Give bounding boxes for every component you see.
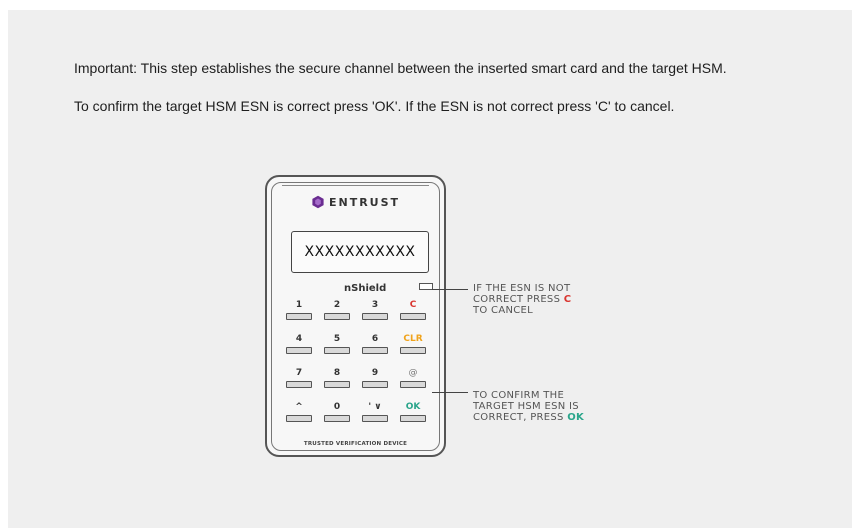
important-note: Important: This step establishes the sec…: [74, 60, 727, 76]
cancel-callout-line2: CORRECT PRESS C: [473, 294, 572, 305]
entrust-logo-icon: [312, 195, 324, 209]
key-7: 7: [286, 367, 312, 388]
key-dot-down: ' ∨: [362, 401, 388, 422]
key-clear: CLR: [400, 333, 426, 354]
ok-key-highlight: OK: [567, 412, 585, 423]
confirm-callout-line1: TO CONFIRM THE: [473, 390, 565, 401]
key-0: 0: [324, 401, 350, 422]
cancel-callout-line1: IF THE ESN IS NOT: [473, 283, 571, 294]
key-8: 8: [324, 367, 350, 388]
key-9: 9: [362, 367, 388, 388]
brand-logo: ENTRUST: [272, 195, 439, 209]
key-4: 4: [286, 333, 312, 354]
brand-name: ENTRUST: [328, 196, 401, 209]
content-panel: Important: This step establishes the sec…: [8, 10, 852, 528]
card-slot: [282, 185, 429, 189]
cancel-callout: IF THE ESN IS NOT CORRECT PRESS C TO CAN…: [473, 283, 571, 316]
confirm-callout-line2: TARGET HSM ESN IS: [473, 401, 579, 412]
key-at: @: [400, 367, 426, 388]
cancel-key-highlight: C: [563, 294, 572, 305]
key-cancel: C: [400, 299, 426, 320]
confirm-callout: TO CONFIRM THE TARGET HSM ESN IS CORRECT…: [473, 390, 584, 423]
key-5: 5: [324, 333, 350, 354]
device-display: XXXXXXXXXXX: [291, 231, 429, 273]
key-6: 6: [362, 333, 388, 354]
confirm-instruction: To confirm the target HSM ESN is correct…: [74, 98, 675, 114]
key-3: 3: [362, 299, 388, 320]
device-body: ENTRUST XXXXXXXXXXX nShield 1 2 3 C 4 5 …: [271, 182, 440, 451]
trusted-verification-device: ENTRUST XXXXXXXXXXX nShield 1 2 3 C 4 5 …: [265, 175, 446, 457]
cancel-callout-line: [432, 289, 468, 290]
device-footer-label: TRUSTED VERIFICATION DEVICE: [303, 441, 408, 447]
status-led: [419, 283, 433, 290]
model-label: nShield: [344, 283, 387, 294]
key-ok: OK: [400, 401, 426, 422]
confirm-callout-line3: CORRECT, PRESS OK: [473, 412, 585, 423]
cancel-callout-line3: TO CANCEL: [473, 305, 534, 316]
confirm-callout-line: [432, 392, 468, 393]
key-1: 1: [286, 299, 312, 320]
key-2: 2: [324, 299, 350, 320]
key-up: ^: [286, 401, 312, 422]
